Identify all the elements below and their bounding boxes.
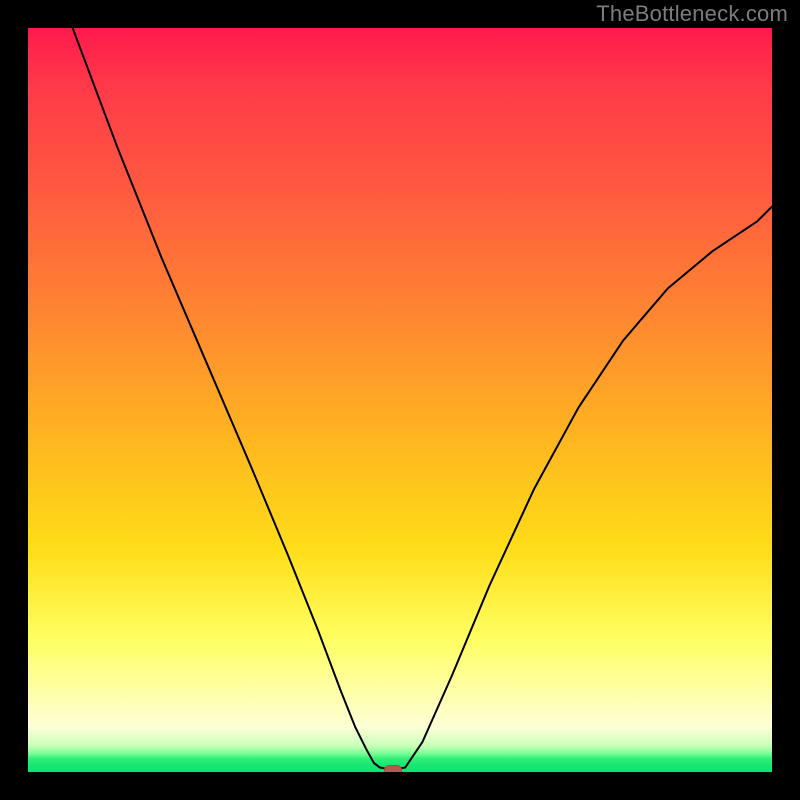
plot-area [28,28,772,772]
curve-layer [28,28,772,772]
watermark-text: TheBottleneck.com [596,1,788,27]
bottleneck-curve [73,28,772,770]
min-marker [384,765,402,772]
chart-frame: TheBottleneck.com [0,0,800,800]
